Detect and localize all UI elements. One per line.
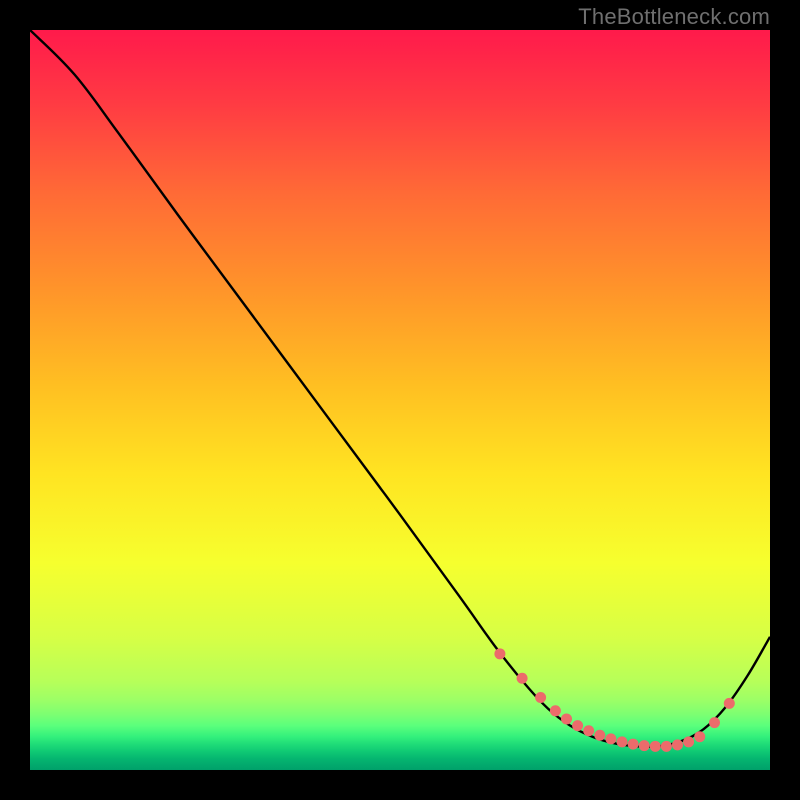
marker-dot bbox=[617, 736, 628, 747]
frame: TheBottleneck.com bbox=[0, 0, 800, 800]
marker-dot bbox=[724, 698, 735, 709]
marker-dot bbox=[694, 731, 705, 742]
marker-dot bbox=[517, 673, 528, 684]
marker-dot bbox=[661, 741, 672, 752]
watermark-text: TheBottleneck.com bbox=[578, 4, 770, 30]
gradient-background bbox=[30, 30, 770, 770]
marker-dot bbox=[494, 648, 505, 659]
chart-area bbox=[30, 30, 770, 770]
marker-dot bbox=[639, 740, 650, 751]
marker-dot bbox=[628, 739, 639, 750]
marker-dot bbox=[572, 720, 583, 731]
marker-dot bbox=[561, 713, 572, 724]
marker-dot bbox=[605, 733, 616, 744]
marker-dot bbox=[650, 741, 661, 752]
marker-dot bbox=[594, 730, 605, 741]
chart-svg bbox=[30, 30, 770, 770]
marker-dot bbox=[583, 725, 594, 736]
marker-dot bbox=[535, 692, 546, 703]
marker-dot bbox=[672, 739, 683, 750]
marker-dot bbox=[683, 736, 694, 747]
marker-dot bbox=[709, 717, 720, 728]
marker-dot bbox=[550, 705, 561, 716]
